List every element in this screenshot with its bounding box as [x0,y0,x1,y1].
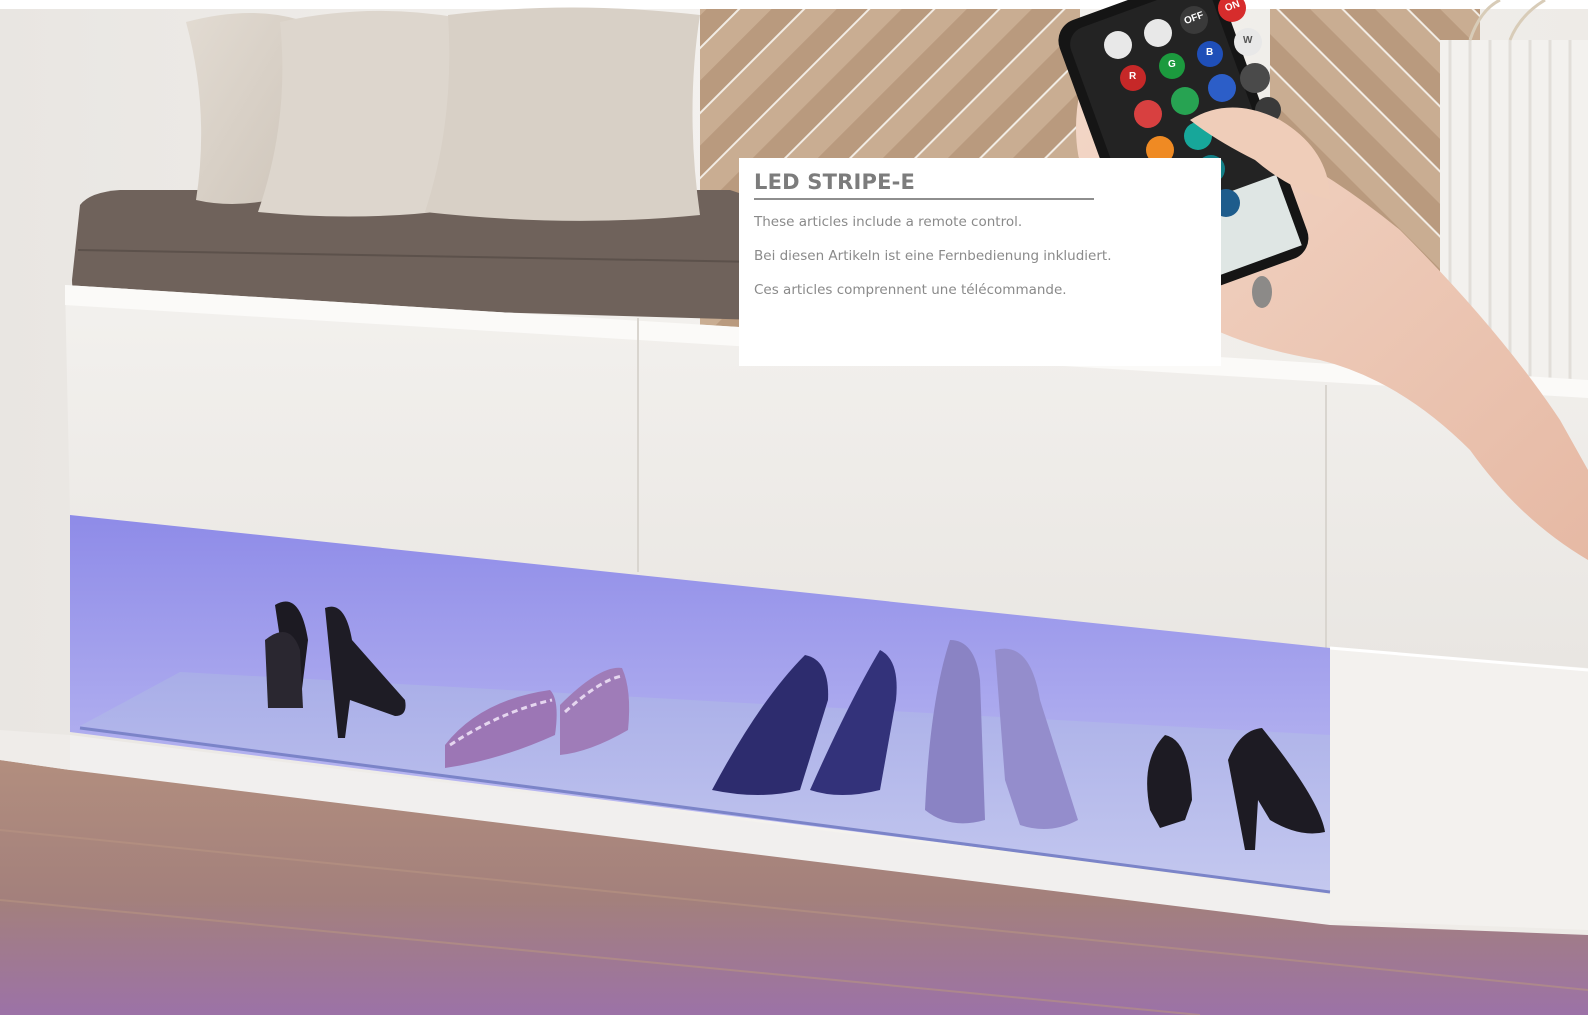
remote-w-label: W [1243,35,1253,46]
product-photo: OFF ON R G B W LED STRIPE-E These articl… [0,0,1588,1015]
info-line-german: Bei diesen Artikeln ist eine Fernbedienu… [754,248,1112,264]
remote-r-label: R [1129,71,1137,82]
pillows [186,7,700,221]
info-line-french: Ces articles comprennent une télécommand… [754,282,1067,298]
info-line-english: These articles include a remote control. [754,214,1023,230]
remote-b-label: B [1206,47,1214,58]
info-card-title: LED STRIPE-E [754,170,1094,200]
info-card: LED STRIPE-E These articles include a re… [739,158,1221,366]
remote-g-label: G [1168,59,1176,70]
scene-illustration [0,0,1588,1015]
